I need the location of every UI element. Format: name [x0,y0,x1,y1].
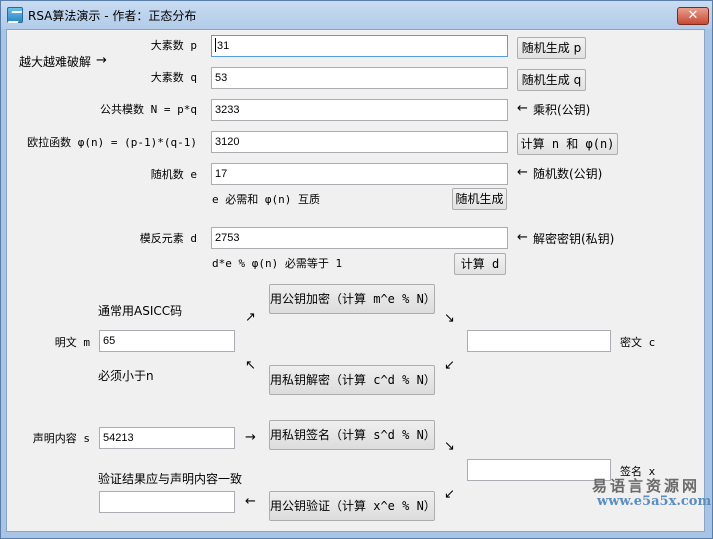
label-e: 随机数 e [150,168,197,181]
decrypt-button[interactable]: 用私钥解密（计算 c^d % N） [269,365,436,395]
ciphertext-input[interactable] [467,330,611,352]
random-q-button[interactable]: 随机生成 q [517,69,586,91]
content-input[interactable]: 54213 [99,427,235,449]
label-content: 声明内容 s [32,432,90,445]
main-panel: 越大越难破解 → 大素数 p 31 随机生成 p 大素数 q 53 随机生成 q… [6,29,705,532]
arrow-right-icon: → [96,53,107,68]
sign-button[interactable]: 用私钥签名（计算 s^d % N） [269,420,436,450]
q-input[interactable]: 53 [211,67,508,89]
arrow-left-icon: ← [517,165,528,180]
arrow-up-left-icon: ↖ [245,358,256,373]
label-p: 大素数 p [150,39,197,52]
verify-hint: 验证结果应与声明内容一致 [98,472,243,486]
arrow-right-icon: → [245,430,256,445]
hint-less-than-n: 必须小于n [98,369,154,383]
note-n: 乘积(公钥) [533,103,591,117]
watermark-text: 易语言资源网 [592,477,701,495]
note-e: 随机数(公钥) [533,167,603,181]
n-input[interactable]: 3233 [211,99,508,121]
watermark-url: www.e5a5x.com [597,494,712,509]
arrow-down-left-icon: ↙ [444,487,455,502]
verify-button[interactable]: 用公钥验证（计算 x^e % N） [269,491,436,521]
app-icon [7,7,23,23]
label-plaintext: 明文 m [54,336,90,349]
close-button[interactable]: ✕ [677,7,709,25]
arrow-down-right-icon: ↘ [444,311,455,326]
label-phi: 欧拉函数 φ(n) = (p-1)*(q-1) [27,136,197,149]
calc-d-button[interactable]: 计算 d [454,253,506,275]
d-input[interactable]: 2753 [211,227,508,249]
window-title: RSA算法演示 - 作者：正态分布 [28,9,197,23]
label-n: 公共模数 N = p*q [100,103,197,116]
title-bar[interactable]: RSA算法演示 - 作者：正态分布 ✕ [1,1,712,29]
random-e-button[interactable]: 随机生成 [452,188,507,210]
label-d: 模反元素 d [139,232,197,245]
phi-input[interactable]: 3120 [211,131,508,153]
verify-result-input[interactable] [99,491,235,513]
label-ciphertext: 密文 c [620,336,656,349]
random-p-button[interactable]: 随机生成 p [517,37,586,59]
p-input[interactable]: 31 [211,35,508,57]
signature-input[interactable] [467,459,611,481]
calc-n-phi-button[interactable]: 计算 n 和 φ(n) [517,133,618,155]
hint-ascii: 通常用ASICC码 [98,304,183,318]
arrow-left-icon: ← [517,101,528,116]
arrow-up-right-icon: ↗ [245,310,256,325]
note-d: 解密密钥(私钥) [533,232,615,246]
arrow-left-icon: ← [517,230,528,245]
e-input[interactable]: 17 [211,163,508,185]
arrow-down-left-icon: ↙ [444,358,455,373]
note-harder: 越大越难破解 [19,55,92,69]
label-q: 大素数 q [150,71,197,84]
arrow-down-right-icon: ↘ [444,439,455,454]
arrow-left-icon: ← [245,494,256,509]
hint-e: e 必需和 φ(n) 互质 [212,193,320,206]
encrypt-button[interactable]: 用公钥加密（计算 m^e % N） [269,284,436,314]
hint-d: d*e % φ(n) 必需等于 1 [212,257,343,270]
plaintext-input[interactable]: 65 [99,330,235,352]
